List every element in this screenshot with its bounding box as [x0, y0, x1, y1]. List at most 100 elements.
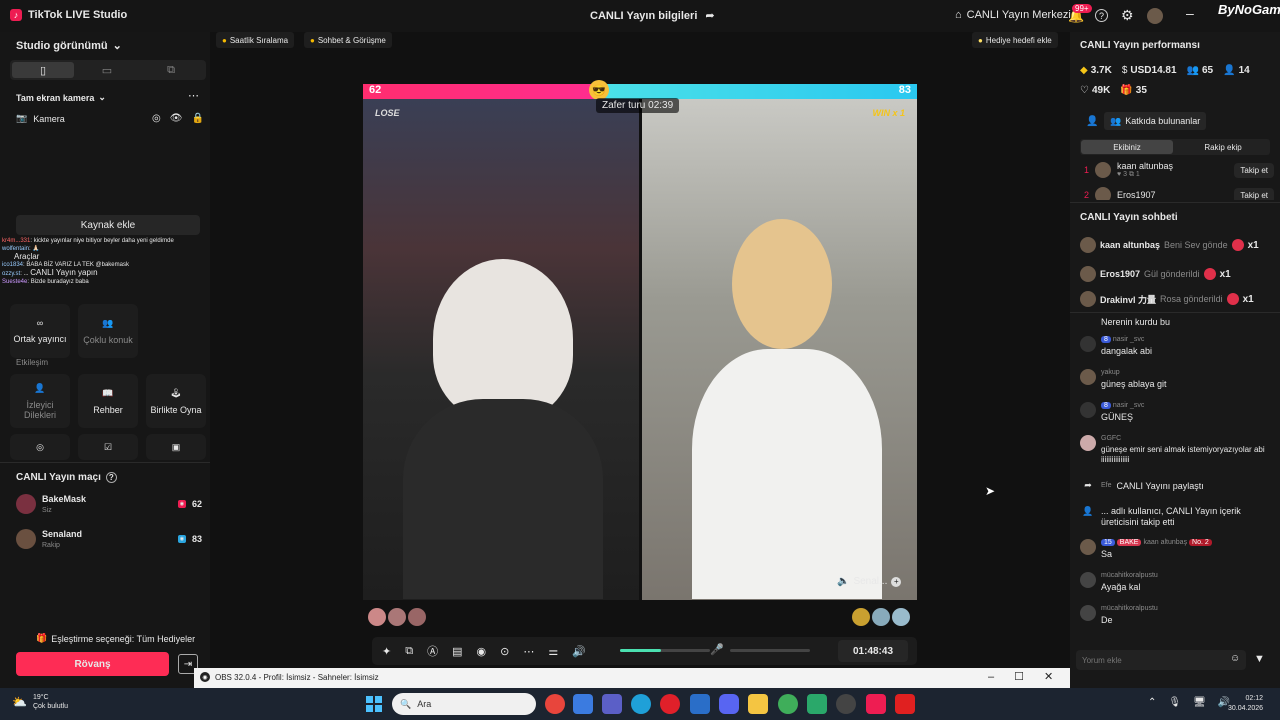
emoji-icon[interactable]: ☺: [1230, 653, 1240, 664]
bulb-icon: ●: [978, 35, 983, 45]
monitor-icon[interactable]: 🖥: [1193, 697, 1206, 708]
live-chat-title: CANLI Yayın sohbeti: [1080, 212, 1178, 223]
person-plus-icon: 👤: [1223, 65, 1236, 76]
weather-widget[interactable]: ⛅ 19°C Çok bulutlu: [12, 693, 68, 711]
follow-button[interactable]: Takip et: [1234, 162, 1274, 178]
tab-your-team[interactable]: Ekibiniz: [1081, 140, 1173, 154]
add-source-button[interactable]: Kaynak ekle: [16, 215, 200, 235]
target-tool-button[interactable]: ◎: [10, 434, 70, 460]
chat-meeting-chip[interactable]: ● Sohbet & Görüşme: [304, 32, 392, 48]
portrait-layout-button[interactable]: ▯: [12, 62, 74, 78]
weather-text: Çok bulutlu: [32, 703, 68, 710]
microphone-icon[interactable]: 🎤: [710, 643, 724, 656]
gift-goal-chip[interactable]: ● Hediye hedefi ekle: [972, 32, 1058, 48]
folder-icon[interactable]: [748, 694, 768, 714]
chat-icon: ●: [310, 35, 315, 45]
player-score: 83: [191, 534, 202, 544]
teams-icon[interactable]: [602, 694, 622, 714]
checklist-tool-button[interactable]: ☑: [78, 434, 138, 460]
hourly-ranking-chip[interactable]: ● Saatlik Sıralama: [216, 32, 295, 48]
contributors-button[interactable]: 👥 Katkıda bulunanlar: [1104, 112, 1207, 130]
matching-option[interactable]: Eşleştirme seçeneği: Tüm Hediyeler: [51, 634, 195, 644]
flame-icon: ●: [222, 35, 227, 45]
minimize-icon[interactable]: –: [988, 671, 994, 683]
volume-slider[interactable]: [620, 649, 710, 652]
more-icon[interactable]: ⋯: [523, 645, 534, 658]
taskbar-search[interactable]: 🔍 Ara: [392, 693, 536, 715]
viewer-wishes-label: İzleyici Dilekleri: [23, 399, 56, 420]
edge-icon[interactable]: [631, 694, 651, 714]
rematch-button[interactable]: Rövanş: [16, 652, 169, 676]
play-together-button[interactable]: 🕹 Birlikte Oyna: [146, 374, 206, 428]
speaker-icon[interactable]: 🔈: [837, 576, 849, 587]
settings-gear-icon[interactable]: ⚙: [1121, 7, 1134, 24]
mic-level-slider[interactable]: [730, 649, 810, 652]
eye-icon[interactable]: 👁: [170, 113, 183, 124]
cohost-button[interactable]: ∞ Ortak yayıncı: [10, 304, 70, 358]
tiktok-icon[interactable]: [866, 694, 886, 714]
more-options-icon[interactable]: ⋯: [188, 89, 199, 102]
person-settings-icon[interactable]: 👤: [1086, 116, 1098, 127]
mail-icon[interactable]: [690, 694, 710, 714]
chat-message: 8 nasir _svc GÜNEŞ: [1080, 402, 1270, 422]
lock-icon[interactable]: 🔒: [191, 113, 203, 124]
match-title: CANLI Yayın maçı: [16, 472, 101, 483]
camera-switch-icon[interactable]: ⊙: [500, 645, 509, 658]
chrome-profile-icon[interactable]: [778, 694, 798, 714]
volume-icon[interactable]: 🔊: [572, 645, 586, 658]
obs-icon[interactable]: [836, 694, 856, 714]
battle-timer: Zafer turu 02:39: [596, 98, 680, 113]
joystick-icon: 🕹: [170, 387, 182, 398]
comment-input[interactable]: [1076, 650, 1226, 670]
start-windows-icon[interactable]: [366, 696, 382, 712]
obs-window-bar[interactable]: ◉ OBS 32.0.4 - Profil: İsimsiz - Sahnele…: [194, 668, 1070, 688]
camera-source-row[interactable]: 📷 Kamera: [16, 113, 65, 124]
close-icon[interactable]: ✕: [1044, 670, 1053, 683]
maximize-icon[interactable]: ☐: [1014, 670, 1024, 683]
magic-wand-icon[interactable]: ✦: [382, 645, 391, 658]
stream-preview-area: ● Saatlik Sıralama ● Sohbet & Görüşme ● Hed…: [210, 32, 1070, 668]
chrome-icon[interactable]: [545, 694, 565, 714]
youtube-icon[interactable]: [895, 694, 915, 714]
live-info-title[interactable]: CANLI Yayın bilgileri: [590, 10, 697, 22]
follow-button[interactable]: Takip et: [1234, 187, 1274, 200]
studio-view-dropdown[interactable]: Studio görünümü ⌄: [16, 39, 122, 53]
app-green-icon[interactable]: [807, 694, 827, 714]
left-stream-video: [363, 99, 639, 600]
landscape-layout-button[interactable]: ▭: [76, 62, 138, 78]
record-icon[interactable]: ◉: [476, 645, 486, 658]
help-icon[interactable]: ?: [105, 472, 117, 483]
filter-icon[interactable]: ▼: [1254, 653, 1265, 665]
title-bar: ♪ TikTok LIVE Studio CANLI Yayın bilgile…: [0, 0, 1280, 32]
discord-icon[interactable]: [719, 694, 739, 714]
opera-icon[interactable]: [660, 694, 680, 714]
ai-icon[interactable]: Ⓐ: [427, 643, 438, 659]
add-icon[interactable]: +: [891, 576, 902, 587]
tab-rival-team[interactable]: Rakip ekip: [1177, 140, 1269, 154]
sliders-icon[interactable]: ⚌: [548, 645, 558, 658]
followers-stat: 👤 14: [1223, 65, 1250, 76]
live-center-link[interactable]: CANLI Yayın Merkezi: [967, 9, 1071, 21]
layout-icon[interactable]: ▤: [452, 645, 462, 658]
dual-layout-button[interactable]: ⧉: [140, 62, 202, 78]
camera-label: Kamera: [33, 113, 65, 124]
effects-icon[interactable]: ⧉: [405, 645, 413, 658]
share-icon[interactable]: ➦: [705, 9, 714, 22]
viewer-wishes-button[interactable]: 👤 İzleyici Dilekleri: [10, 374, 70, 428]
microphone-icon[interactable]: 🎙: [1168, 697, 1181, 708]
box-tool-button[interactable]: ▣: [146, 434, 206, 460]
chevron-up-icon[interactable]: ⌃: [1148, 697, 1156, 708]
contributor-row: 1 kaan altunbaş ♥ 3 ⧉ 1 Takip et: [1084, 161, 1274, 179]
minimize-icon[interactable]: –: [1186, 5, 1194, 21]
help-icon[interactable]: ?: [1095, 9, 1108, 22]
guide-label: Rehber: [93, 404, 123, 415]
multi-guest-button[interactable]: 👥 Çoklu konuk: [78, 304, 138, 358]
guide-button[interactable]: 📖 Rehber: [78, 374, 138, 428]
fullscreen-camera-dropdown[interactable]: Tam ekran kamera ⌄: [16, 92, 106, 103]
store-icon[interactable]: [573, 694, 593, 714]
target-icon[interactable]: ◎: [152, 113, 161, 124]
layout-switcher: ▯ ▭ ⧉: [10, 60, 206, 80]
clock[interactable]: 02:12 30.04.2026: [1228, 694, 1263, 714]
chat-message-text: Nerenin kurdu bu: [1101, 317, 1171, 327]
profile-avatar[interactable]: [1147, 8, 1163, 24]
